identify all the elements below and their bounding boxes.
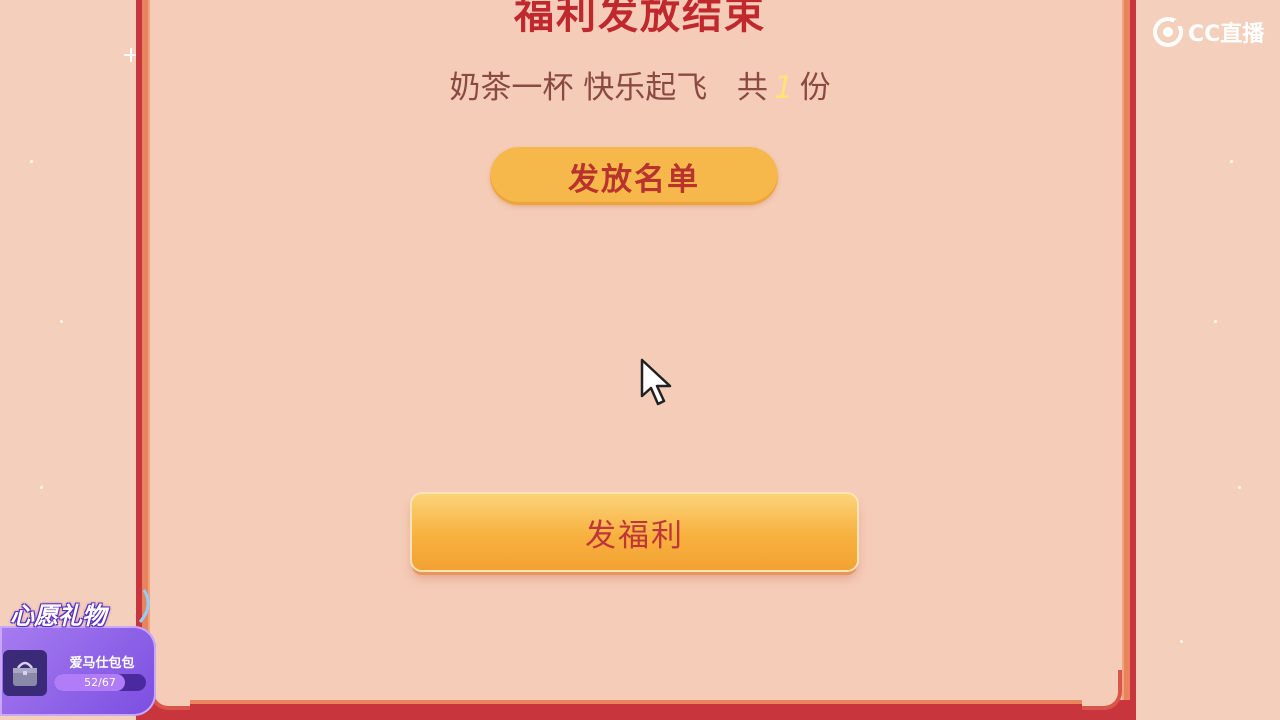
cc-live-logo: CC直播 — [1152, 16, 1264, 48]
prize-count-prefix: 共 — [736, 70, 768, 106]
frame-corner-right — [1082, 670, 1122, 710]
wish-gift-card[interactable]: 爱马仕包包 52/67 — [0, 626, 156, 716]
wish-progress-bar: 52/67 — [54, 674, 146, 691]
give-welfare-label: 发福利 — [585, 517, 684, 554]
dialog-subtitle: 奶茶一杯 快乐起飞 共1份 — [0, 62, 1280, 107]
prize-name: 奶茶一杯 快乐起飞 — [449, 70, 708, 106]
prize-count-suffix: 份 — [799, 70, 831, 106]
wish-progress-text: 52/67 — [84, 676, 116, 689]
winner-list-button[interactable]: 发放名单 — [490, 147, 778, 205]
winner-list-label: 发放名单 — [568, 161, 700, 198]
wish-item-name: 爱马仕包包 — [69, 656, 135, 671]
cc-logo-text: CC直播 — [1188, 22, 1265, 47]
handbag-icon — [3, 650, 47, 696]
dialog-title: 福利发放结束 — [514, 0, 766, 38]
welfare-dialog — [136, 0, 1136, 720]
dialog-bottom-border — [136, 700, 1136, 720]
prize-count: 1 — [773, 70, 794, 106]
wish-gift-title: 心愿礼物 — [10, 602, 106, 630]
mouse-cursor-icon — [640, 358, 672, 406]
wish-gift-widget[interactable]: 爱马仕包包 52/67 心愿礼物 — [0, 589, 160, 720]
swirl-decoration-icon — [138, 589, 150, 623]
give-welfare-button[interactable]: 发福利 — [412, 494, 857, 570]
cc-logo-icon — [1153, 17, 1183, 47]
